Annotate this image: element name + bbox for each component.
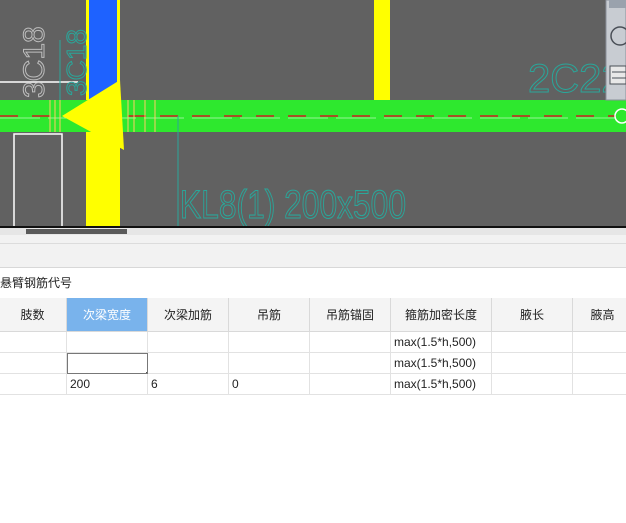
column-header[interactable]: 肢数	[0, 298, 67, 332]
table-cell[interactable]: max(1.5*h,500)	[391, 332, 492, 353]
table-cell[interactable]	[0, 374, 67, 395]
empty-area	[0, 395, 626, 523]
beam-label[interactable]: KL8(1) 200x500	[179, 182, 406, 227]
active-cell-input[interactable]	[67, 353, 148, 374]
table-cell[interactable]: 6	[148, 374, 229, 395]
table-cell[interactable]	[573, 353, 626, 374]
divider	[0, 243, 626, 244]
toolbar-button-top[interactable]	[609, 0, 626, 8]
table-cell[interactable]	[0, 353, 67, 374]
axis-marker-icon[interactable]	[614, 108, 626, 124]
table-cell[interactable]	[148, 353, 229, 374]
table-cell[interactable]	[573, 332, 626, 353]
column-header[interactable]: 腋长	[492, 298, 573, 332]
column-header[interactable]: 腋高	[573, 298, 626, 332]
table-cell[interactable]	[229, 353, 310, 374]
rebar-label-left[interactable]: 3C18	[18, 26, 52, 99]
table-cell[interactable]: 0	[229, 374, 310, 395]
cad-drawing-canvas[interactable]: 3C18 3C18 2C22 KL8(1) 200x500	[0, 0, 626, 232]
column-header[interactable]: 吊筋锚固	[310, 298, 391, 332]
table-cell[interactable]: max(1.5*h,500)	[391, 374, 492, 395]
table-cell[interactable]	[310, 374, 391, 395]
table-cell[interactable]	[310, 353, 391, 374]
section-title: 悬臂钢筋代号	[0, 268, 626, 298]
view-toolbar	[605, 0, 626, 101]
table-cell[interactable]	[148, 332, 229, 353]
column-header[interactable]: 吊筋	[229, 298, 310, 332]
column-header[interactable]: 箍筋加密长度	[391, 298, 492, 332]
table-cell[interactable]	[492, 353, 573, 374]
column-header[interactable]: 次梁宽度	[67, 298, 148, 332]
table-cell[interactable]: 200	[67, 374, 148, 395]
table-cell[interactable]	[492, 374, 573, 395]
column-header[interactable]: 次梁加筋	[148, 298, 229, 332]
table-cell[interactable]: max(1.5*h,500)	[391, 353, 492, 374]
table-cell[interactable]	[573, 374, 626, 395]
panel-toolbar	[0, 235, 626, 268]
column-yellow-right[interactable]	[374, 0, 390, 100]
table-cell[interactable]	[0, 332, 67, 353]
table-cell[interactable]	[67, 332, 148, 353]
table-cell[interactable]	[229, 332, 310, 353]
horizontal-scrollbar[interactable]	[0, 228, 626, 235]
scrollbar-thumb[interactable]	[26, 229, 127, 234]
table-cell[interactable]	[492, 332, 573, 353]
rebar-label-left-2[interactable]: 3C18	[61, 29, 93, 97]
table-cell[interactable]	[310, 332, 391, 353]
grid-view-icon[interactable]	[609, 65, 626, 85]
